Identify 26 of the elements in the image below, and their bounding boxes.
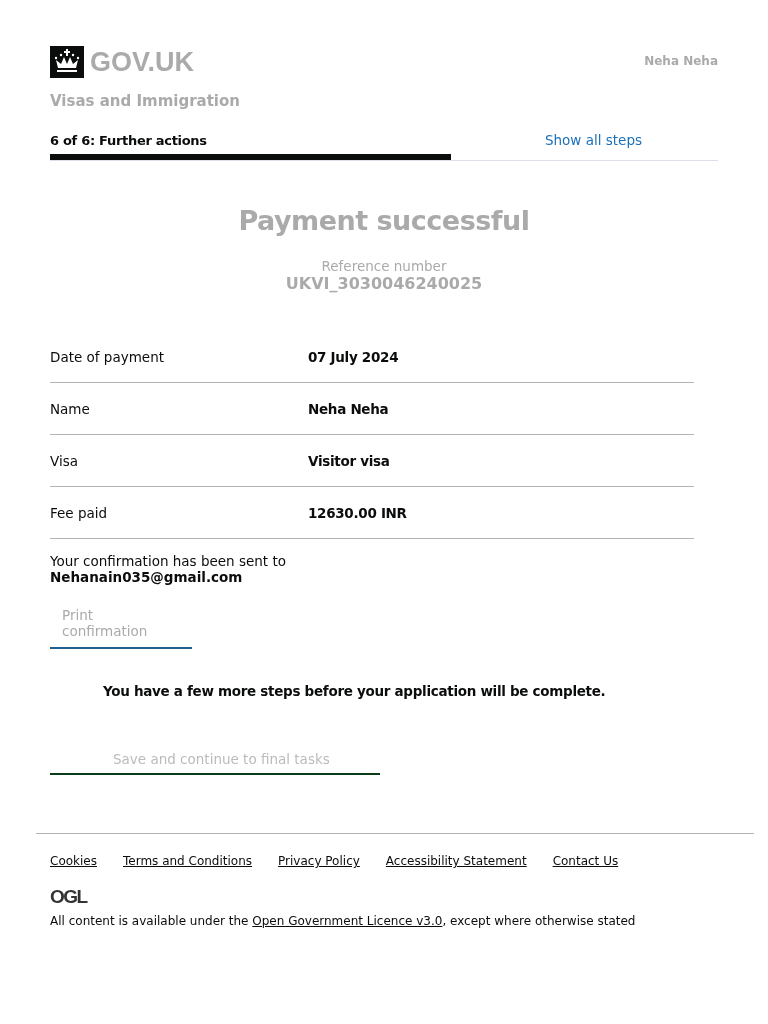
reference-label: Reference number xyxy=(321,258,447,274)
summary-key: Visa xyxy=(50,452,308,469)
summary-value: 12630.00 INR xyxy=(308,504,407,521)
footer-link[interactable]: Terms and Conditions xyxy=(123,854,253,868)
step-label: 6 of 6: Further actions xyxy=(50,132,207,148)
service-name: Visas and Immigration xyxy=(50,92,241,110)
notice-text: You have a few more steps before your application will be complete. xyxy=(103,683,607,699)
footer-link[interactable]: Accessibility Statement xyxy=(385,854,527,868)
summary-key: Date of payment xyxy=(50,348,308,365)
reference-number: UKVI_3030046240025 xyxy=(285,274,483,293)
confirmation-text: Your confirmation has been sent to xyxy=(50,553,286,569)
summary-key: Name xyxy=(50,400,308,417)
licence-text: All content is available under the Open Government Licence v3.0, except where otherwise stated xyxy=(50,914,637,928)
ogl-logo: OGL xyxy=(50,886,89,908)
summary-value: Neha Neha xyxy=(308,400,389,417)
show-all-steps-link[interactable]: Show all steps xyxy=(544,132,642,148)
page-title: Payment successful xyxy=(237,205,531,236)
footer-link[interactable]: Cookies xyxy=(50,854,97,868)
user-name: Neha Neha xyxy=(644,54,718,68)
summary-key: Fee paid xyxy=(50,504,308,521)
summary-value: Visitor visa xyxy=(308,452,390,469)
footer-link[interactable]: Contact Us xyxy=(552,854,619,868)
summary-value: 07 July 2024 xyxy=(308,348,399,365)
crown-logo-icon xyxy=(50,46,84,78)
footer-link[interactable]: Privacy Policy xyxy=(278,854,360,868)
confirmation-email: Nehanain035@gmail.com xyxy=(50,569,243,585)
